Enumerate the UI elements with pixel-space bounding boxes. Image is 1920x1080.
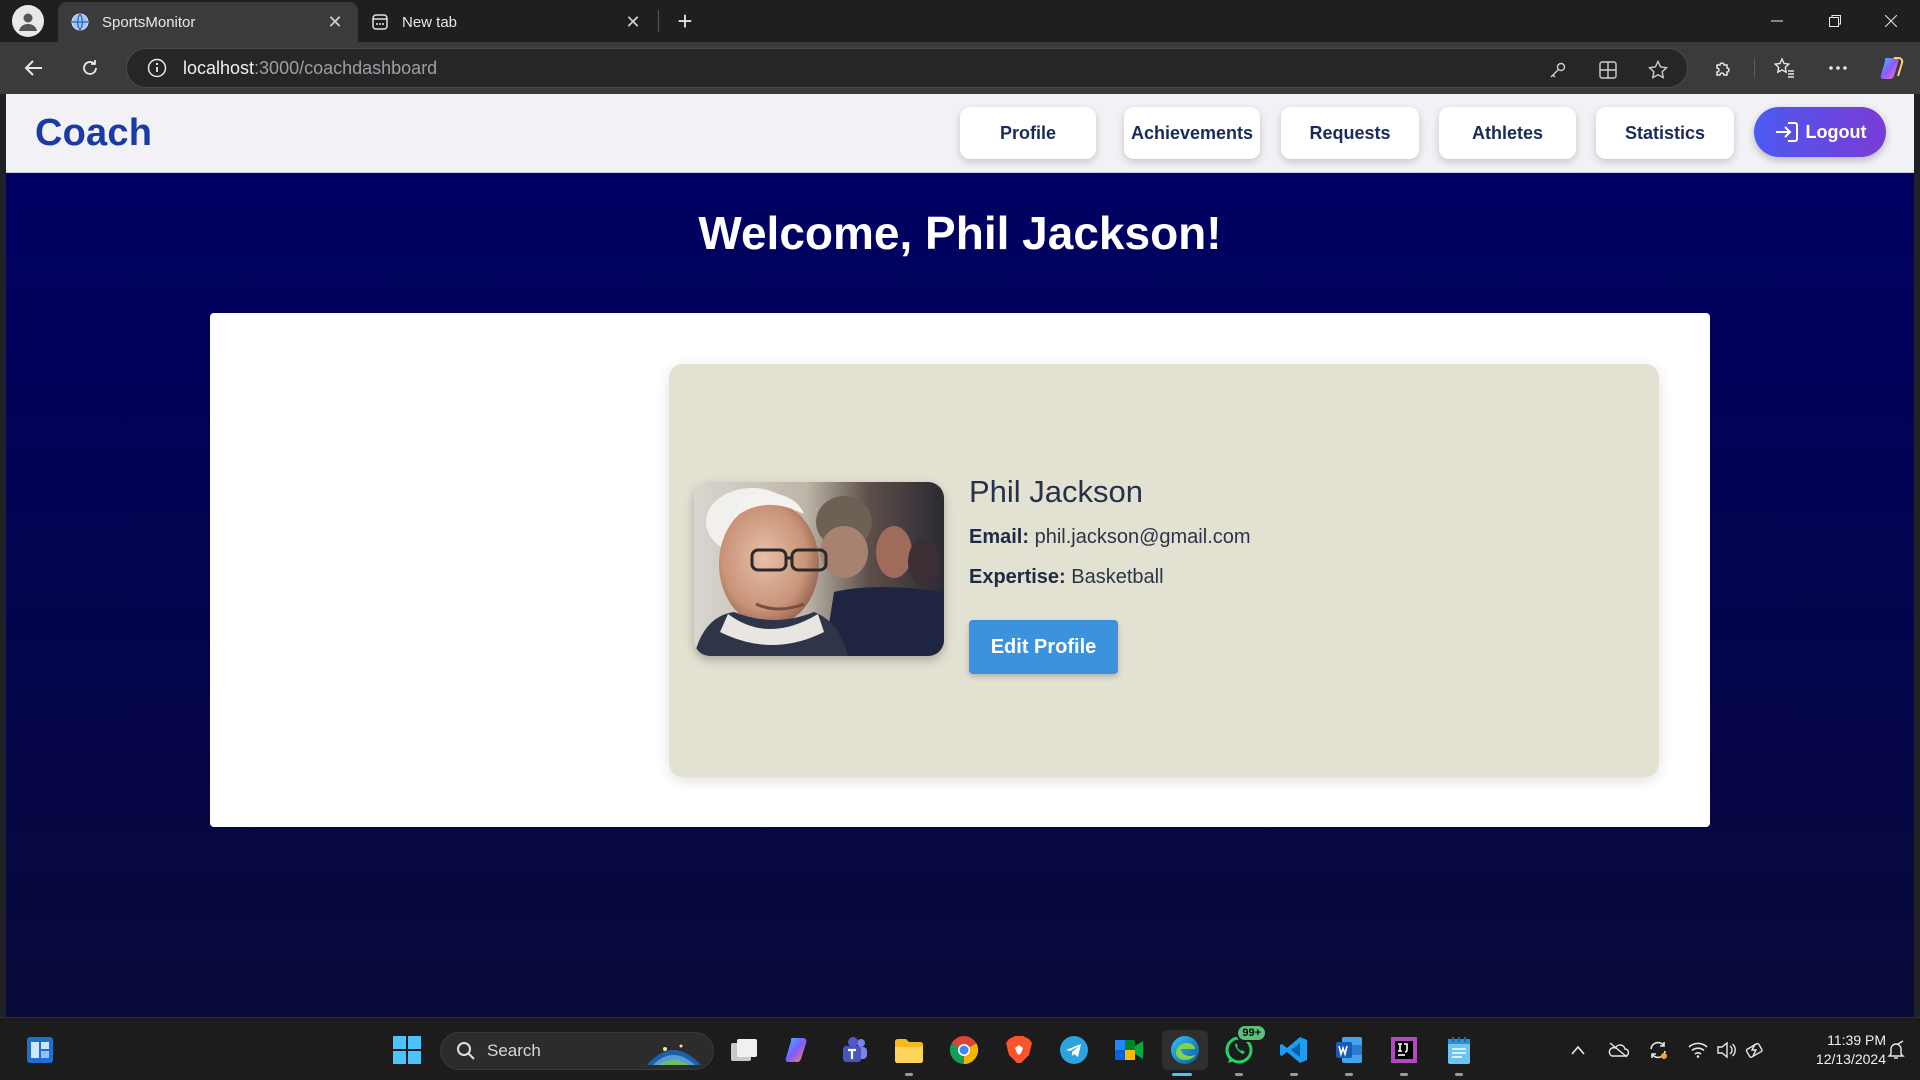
profile-card: Phil Jackson Email: phil.jackson@gmail.c… [669, 364, 1659, 777]
app-navbar: Coach Profile Achievements Requests Athl… [6, 94, 1914, 173]
browser-toolbar: localhost:3000/coachdashboard [0, 42, 1920, 94]
minimize-icon[interactable] [1748, 0, 1806, 42]
tab-title: SportsMonitor [102, 13, 196, 31]
search-highlight-icon [645, 1037, 703, 1072]
coach-photo [694, 482, 944, 656]
onedrive-offline-icon[interactable] [1606, 1038, 1630, 1062]
notification-bell-icon[interactable] [1884, 1038, 1908, 1062]
url-text: localhost:3000/coachdashboard [183, 58, 437, 79]
search-placeholder: Search [487, 1041, 541, 1060]
notification-badge: 99+ [1236, 1024, 1267, 1042]
url-host: localhost [183, 57, 255, 78]
copilot-app-icon[interactable] [779, 1030, 819, 1070]
copilot-icon[interactable] [1876, 52, 1908, 84]
task-view-icon[interactable] [724, 1030, 764, 1070]
notepad-icon[interactable] [1439, 1030, 1479, 1076]
running-indicator [1235, 1073, 1243, 1076]
extensions-puzzle-icon[interactable] [1708, 52, 1740, 84]
logout-label: Logout [1805, 121, 1867, 142]
whatsapp-icon[interactable]: 99+ [1219, 1024, 1267, 1076]
running-indicator [1400, 1073, 1408, 1076]
word-icon[interactable] [1329, 1030, 1369, 1076]
wifi-icon[interactable] [1686, 1038, 1710, 1062]
new-tab-page-icon [370, 12, 390, 32]
email-row: Email: phil.jackson@gmail.com [969, 526, 1251, 549]
running-indicator [1455, 1073, 1463, 1076]
email-value: phil.jackson@gmail.com [1034, 526, 1251, 548]
new-tab-plus-icon[interactable]: + [670, 6, 700, 36]
system-clock[interactable]: 11:39 PM 12/13/2024 [1776, 1031, 1886, 1069]
coach-name: Phil Jackson [969, 474, 1144, 509]
nav-statistics-button[interactable]: Statistics [1596, 107, 1734, 159]
edit-profile-button[interactable]: Edit Profile [969, 620, 1118, 674]
url-path: :3000/coachdashboard [254, 57, 438, 78]
google-meet-icon[interactable] [1109, 1030, 1149, 1070]
file-explorer-icon[interactable] [889, 1030, 929, 1076]
email-label: Email: [969, 526, 1030, 548]
windows-taskbar: Search 99+ 11:39 PM 12/13/2024 [0, 1017, 1920, 1080]
nav-achievements-button[interactable]: Achievements [1124, 107, 1260, 159]
close-window-icon[interactable] [1862, 0, 1920, 42]
key-icon[interactable] [1545, 57, 1571, 83]
refresh-icon[interactable] [74, 52, 106, 84]
restore-icon[interactable] [1806, 0, 1864, 42]
apps-grid-icon[interactable] [1595, 57, 1621, 83]
clock-time: 11:39 PM [1827, 1032, 1886, 1048]
volume-icon[interactable] [1714, 1038, 1738, 1062]
search-icon [455, 1040, 477, 1062]
sync-icon[interactable] [1646, 1038, 1670, 1062]
telegram-icon[interactable] [1054, 1030, 1094, 1070]
back-arrow-icon[interactable] [18, 52, 50, 84]
brand-title[interactable]: Coach [35, 112, 152, 155]
tab-new-tab[interactable]: New tab ✕ [358, 2, 656, 42]
vscode-icon[interactable] [1274, 1030, 1314, 1076]
globe-icon [70, 12, 90, 32]
expertise-row: Expertise: Basketball [969, 566, 1164, 589]
content-panel: Phil Jackson Email: phil.jackson@gmail.c… [210, 313, 1710, 827]
brave-icon[interactable] [999, 1030, 1039, 1070]
edge-icon[interactable] [1162, 1030, 1208, 1076]
intellij-icon[interactable] [1384, 1030, 1424, 1076]
login-arrow-icon [1774, 119, 1800, 145]
browser-tab-strip: SportsMonitor ✕ New tab ✕ + [0, 0, 1920, 42]
tab-separator [658, 10, 659, 32]
logout-button[interactable]: Logout [1754, 107, 1886, 157]
running-indicator [905, 1073, 913, 1076]
chevron-up-icon[interactable] [1566, 1038, 1590, 1062]
welcome-heading: Welcome, Phil Jackson! [698, 207, 1222, 259]
running-indicator [1290, 1073, 1298, 1076]
browser-profile-icon[interactable] [12, 5, 44, 37]
expertise-value: Basketball [1071, 566, 1164, 588]
site-info-icon[interactable] [145, 56, 169, 80]
close-tab-icon[interactable]: ✕ [622, 11, 644, 33]
page-viewport: Coach Profile Achievements Requests Athl… [6, 94, 1914, 1017]
close-tab-icon[interactable]: ✕ [324, 11, 346, 33]
battery-charging-icon[interactable] [1744, 1038, 1768, 1062]
tab-sportsmonitor[interactable]: SportsMonitor ✕ [58, 2, 358, 42]
toolbar-divider [1754, 58, 1755, 78]
more-options-icon[interactable] [1822, 52, 1854, 84]
nav-profile-button[interactable]: Profile [960, 107, 1096, 159]
address-bar[interactable]: localhost:3000/coachdashboard [126, 48, 1688, 88]
nav-athletes-button[interactable]: Athletes [1439, 107, 1576, 159]
chrome-icon[interactable] [944, 1030, 984, 1070]
running-indicator [1345, 1073, 1353, 1076]
favorite-star-icon[interactable] [1645, 57, 1671, 83]
widgets-icon[interactable] [20, 1030, 60, 1070]
windows-start-icon[interactable] [387, 1030, 427, 1070]
expertise-label: Expertise: [969, 566, 1066, 588]
nav-requests-button[interactable]: Requests [1281, 107, 1419, 159]
clock-date: 12/13/2024 [1815, 1051, 1886, 1067]
favorites-icon[interactable] [1768, 52, 1800, 84]
tab-title: New tab [402, 13, 458, 31]
teams-icon[interactable] [834, 1030, 874, 1070]
active-indicator [1172, 1073, 1192, 1076]
taskbar-search[interactable]: Search [440, 1032, 714, 1070]
